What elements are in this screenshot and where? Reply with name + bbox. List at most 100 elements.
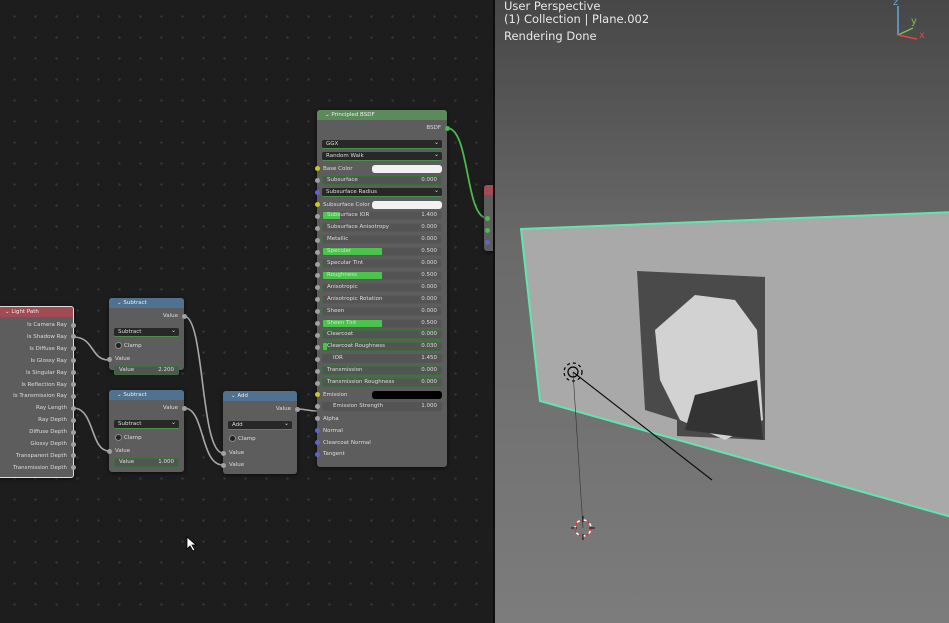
input-socket[interactable] <box>314 261 320 267</box>
slider[interactable]: IOR 1.450 <box>314 354 447 364</box>
node-header[interactable]: ⌄ Subtract <box>109 390 184 400</box>
slider-field[interactable]: Metallic 0.000 <box>322 235 442 245</box>
slider-field[interactable]: Transmission Roughness 0.000 <box>322 378 442 387</box>
color-input[interactable]: Subsurface Color <box>314 200 447 210</box>
checkbox-icon[interactable] <box>115 342 122 349</box>
socket[interactable] <box>70 453 76 459</box>
input-socket[interactable] <box>314 440 320 445</box>
input-socket[interactable] <box>314 404 320 410</box>
dropdown-value[interactable]: Random Walk <box>322 150 442 161</box>
socket[interactable] <box>70 382 76 387</box>
input-socket[interactable] <box>314 285 320 291</box>
input-socket[interactable] <box>314 273 320 279</box>
operation-dropdown[interactable]: Add <box>228 419 292 430</box>
input-socket[interactable] <box>314 202 320 207</box>
socket[interactable] <box>181 405 187 411</box>
gizmo-x-label[interactable]: x <box>919 30 925 41</box>
gizmo-z-label[interactable]: z <box>893 0 898 8</box>
color-swatch[interactable] <box>372 200 442 209</box>
slider[interactable]: Sheen Tint 0.500 <box>314 318 447 329</box>
dropdown-value[interactable]: Subsurface Radius <box>322 186 442 197</box>
input-socket[interactable] <box>314 321 320 326</box>
input-socket[interactable] <box>314 428 320 434</box>
slider-field[interactable]: Subsurface IOR 1.400 <box>322 211 442 221</box>
clamp-checkbox[interactable]: Clamp <box>223 434 297 444</box>
clamp-checkbox[interactable]: Clamp <box>109 341 184 351</box>
slider[interactable]: Transmission 0.000 <box>314 366 447 376</box>
slider[interactable]: Specular Tint 0.000 <box>314 259 447 269</box>
socket[interactable] <box>70 417 76 423</box>
subtract-node-2[interactable]: ⌄ Subtract Value Subtract Clamp Value Va… <box>106 390 187 472</box>
socket[interactable] <box>70 429 76 435</box>
input-socket[interactable] <box>314 451 320 457</box>
slider-field[interactable]: Anisotropic Rotation 0.000 <box>322 294 442 304</box>
input-socket[interactable] <box>314 344 320 350</box>
socket[interactable] <box>220 450 226 456</box>
socket[interactable] <box>70 358 76 364</box>
checkbox-icon[interactable] <box>115 434 122 441</box>
input-socket[interactable] <box>314 225 320 231</box>
input-socket[interactable] <box>314 178 320 184</box>
input-socket[interactable] <box>314 213 320 219</box>
input-socket[interactable] <box>314 392 320 398</box>
input-socket[interactable] <box>314 309 320 315</box>
dropdown[interactable]: GGX <box>317 138 447 150</box>
material-output-node[interactable] <box>484 185 493 251</box>
slider-field[interactable]: Roughness 0.500 <box>322 270 442 280</box>
clamp-checkbox[interactable]: Clamp <box>109 433 184 443</box>
socket[interactable] <box>294 406 300 412</box>
slider[interactable]: Transmission Roughness 0.000 <box>314 378 447 388</box>
input-socket[interactable] <box>314 368 320 374</box>
input-socket[interactable] <box>314 190 320 196</box>
dropdown[interactable]: Subsurface Radius <box>314 186 447 198</box>
slider-field[interactable]: Anisotropic 0.000 <box>322 282 442 292</box>
color-input[interactable]: Emission <box>314 390 447 400</box>
dropdown[interactable]: Random Walk <box>317 150 447 162</box>
slider-field[interactable]: Sheen 0.000 <box>322 306 442 316</box>
socket[interactable] <box>106 448 112 454</box>
add-node[interactable]: ⌄ Add Value Add Clamp Value Value <box>220 391 300 474</box>
node-header[interactable] <box>484 185 493 195</box>
slider-field[interactable]: Specular 0.500 <box>322 247 442 257</box>
input-socket[interactable] <box>314 416 320 422</box>
socket[interactable] <box>70 393 76 399</box>
input-socket[interactable] <box>314 237 320 243</box>
socket[interactable] <box>106 356 112 362</box>
dropdown-value[interactable]: GGX <box>322 138 442 149</box>
socket[interactable] <box>444 125 450 131</box>
operation-dropdown[interactable]: Subtract <box>114 326 179 337</box>
shader-node-editor[interactable]: ⌄ Light Path Is Camera Ray Is Shadow Ray I… <box>0 0 493 623</box>
input-socket[interactable] <box>314 297 320 303</box>
socket[interactable] <box>70 465 76 471</box>
principled-bsdf-node[interactable]: ⌄ Principled BSDF BSDF GGXRandom Walk Bas… <box>314 110 450 467</box>
socket[interactable] <box>70 441 76 447</box>
slider-field[interactable]: Subsurface 0.000 <box>322 175 442 185</box>
slider[interactable]: Anisotropic Rotation 0.000 <box>314 294 447 305</box>
socket[interactable] <box>485 216 490 221</box>
gizmo-y-label[interactable]: y <box>911 16 917 27</box>
socket[interactable] <box>70 346 76 352</box>
slider[interactable]: Clearcoat 0.000 <box>314 330 447 340</box>
slider-field[interactable]: IOR 1.450 <box>322 354 442 364</box>
slider[interactable]: Subsurface Anisotropy 0.000 <box>314 223 447 233</box>
slider[interactable]: Emission Strength 1.000 <box>314 401 447 412</box>
socket[interactable] <box>485 240 490 245</box>
node-header[interactable]: ⌄ Light Path <box>0 307 73 317</box>
slider[interactable]: Specular 0.500 <box>314 247 447 257</box>
color-input[interactable]: Base Color <box>314 164 447 174</box>
value-field[interactable]: Value 2.200 <box>114 366 179 375</box>
color-swatch[interactable] <box>372 390 442 399</box>
socket[interactable] <box>70 405 76 411</box>
color-swatch[interactable] <box>372 164 442 173</box>
value-field[interactable]: Value 1.000 <box>114 458 179 467</box>
socket[interactable] <box>70 370 76 376</box>
3d-viewport[interactable]: z y x User Perspective (1) Collection | … <box>495 0 949 623</box>
slider-field[interactable]: Emission Strength 1.000 <box>322 401 442 411</box>
input-socket[interactable] <box>314 166 320 172</box>
node-header[interactable]: ⌄ Subtract <box>109 298 184 308</box>
slider-field[interactable]: Clearcoat Roughness 0.030 <box>322 342 442 352</box>
slider[interactable]: Subsurface IOR 1.400 <box>314 211 447 221</box>
light-path-node[interactable]: ⌄ Light Path Is Camera Ray Is Shadow Ray I… <box>0 306 76 478</box>
input-socket[interactable] <box>314 332 320 338</box>
socket[interactable] <box>70 334 76 340</box>
